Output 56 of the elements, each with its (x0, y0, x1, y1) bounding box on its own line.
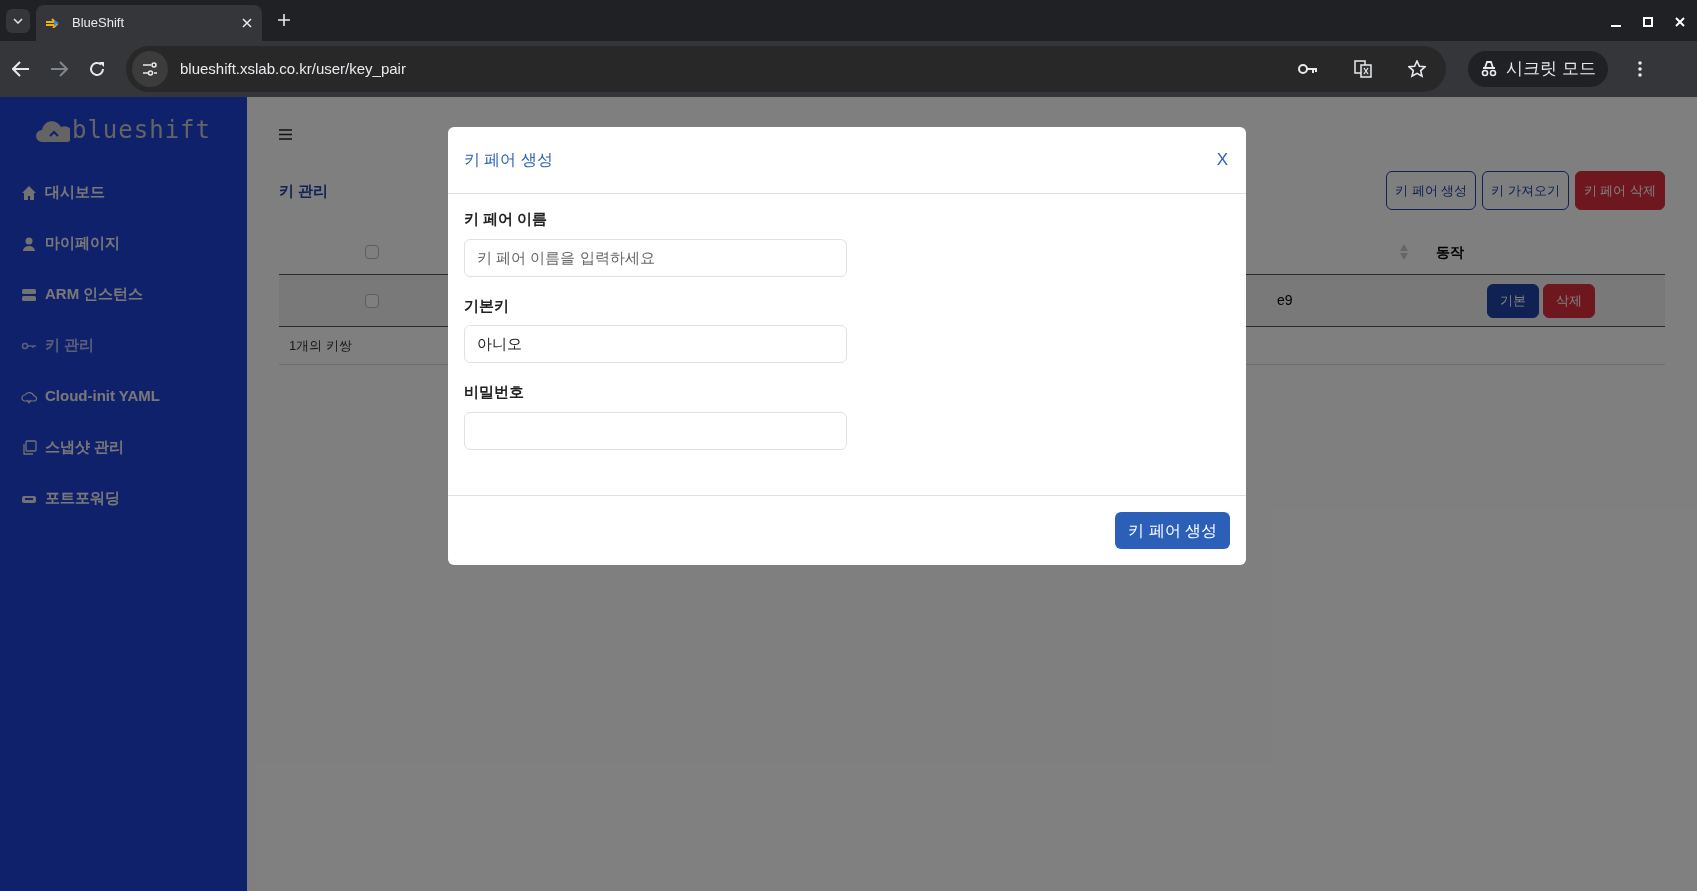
server-icon (21, 286, 37, 303)
arrow-logo-icon (46, 18, 60, 28)
toolbar-button[interactable]: 키 페어 삭제 (1574, 171, 1665, 210)
table-cell-text: e9 (1277, 291, 1293, 310)
close-icon[interactable] (242, 18, 252, 28)
close-button[interactable]: X (1214, 147, 1230, 173)
site-info-button[interactable] (132, 51, 168, 87)
star-icon[interactable] (1408, 60, 1426, 78)
sidebar-item[interactable]: 포트포워딩 (0, 473, 247, 524)
tab-title: BlueShift (72, 14, 126, 33)
new-tab-icon[interactable] (278, 14, 290, 26)
row-action-button[interactable]: 기본 (1487, 283, 1539, 318)
copy-icon (21, 439, 37, 456)
address-bar[interactable]: blueshift.xslab.co.kr/user/key_pair (126, 46, 1446, 92)
input-field[interactable]: 키 페어 이름을 입력하세요 (464, 238, 847, 277)
back-icon[interactable] (12, 61, 30, 77)
field-label: 비밀번호 (464, 382, 525, 402)
input-field[interactable] (464, 411, 847, 450)
tab-list-button[interactable] (6, 9, 30, 33)
modal-title: 키 페어 생성 (464, 150, 553, 170)
sidebar-item[interactable]: 대시보드 (0, 167, 247, 218)
sidebar-item[interactable]: 스냅샷 관리 (0, 422, 247, 473)
submit-button[interactable]: 키 페어 생성 (1115, 512, 1230, 549)
reload-icon[interactable] (88, 60, 106, 78)
input-field[interactable]: 아니오 (464, 325, 847, 363)
incognito-indicator[interactable]: 시크릿 모드 (1468, 51, 1608, 87)
toolbar-button[interactable]: 키 가져오기 (1482, 171, 1569, 210)
sidebar-item[interactable]: 마이페이지 (0, 218, 247, 269)
incognito-icon (1480, 61, 1498, 77)
home-icon (21, 184, 37, 201)
key-icon[interactable] (1298, 63, 1318, 75)
cloud-logo-icon (35, 118, 70, 142)
select-all-checkbox[interactable] (365, 245, 379, 259)
maximize-icon[interactable] (1643, 17, 1653, 27)
sidebar-item[interactable]: 키 관리 (0, 320, 247, 371)
sidebar-item[interactable]: Cloud-init YAML (0, 371, 247, 422)
table-footer: 1개의 키쌍 (289, 335, 352, 356)
menu-icon[interactable] (279, 129, 292, 140)
menu-icon[interactable] (1637, 61, 1642, 77)
user-icon (21, 235, 37, 252)
field-label: 기본키 (464, 295, 510, 316)
toolbar-button[interactable]: 키 페어 생성 (1385, 171, 1477, 210)
field-label: 키 페어 이름 (464, 209, 549, 229)
row-action-button[interactable]: 삭제 (1543, 283, 1595, 318)
tune-icon (142, 62, 158, 76)
row-checkbox[interactable] (365, 293, 379, 308)
browser-tab[interactable]: BlueShift (36, 5, 262, 41)
translate-icon[interactable] (1354, 60, 1372, 78)
sidebar-item[interactable]: ARM 인스턴스 (0, 269, 247, 320)
column-header: 동작 (1436, 242, 1464, 262)
incognito-label: 시크릿 모드 (1506, 58, 1596, 81)
page-title: 키 관리 (279, 181, 329, 202)
forward-icon[interactable] (50, 61, 68, 77)
url-text: blueshift.xslab.co.kr/user/key_pair (180, 58, 407, 79)
chevron-down-icon (13, 18, 23, 24)
logo-text: blueshift (71, 115, 211, 146)
